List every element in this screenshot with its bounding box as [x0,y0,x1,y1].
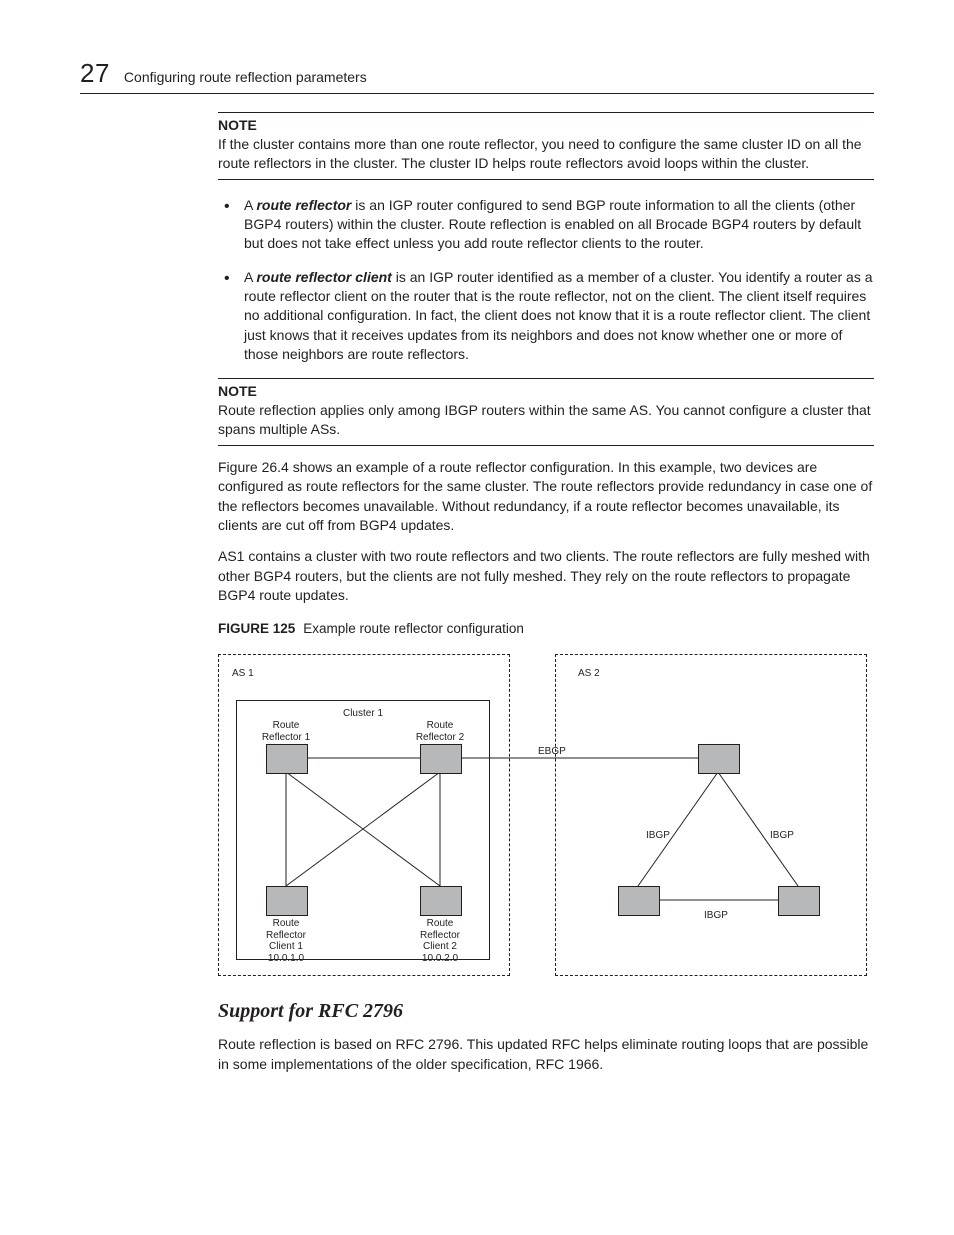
bullet-item: A route reflector is an IGP router confi… [218,196,874,254]
bullet-list: A route reflector is an IGP router confi… [218,196,874,365]
note-label: NOTE [218,383,874,399]
figure-caption: FIGURE 125 Example route reflector config… [218,621,874,636]
chapter-number: 27 [80,58,110,89]
label-ibgp-r: IBGP [770,830,794,842]
term-route-reflector: route reflector [256,197,351,213]
label-as2: AS 2 [578,668,600,680]
diagram-lines [218,654,865,974]
figure-title: Example route reflector configuration [303,621,524,636]
paragraph: Route reflection is based on RFC 2796. T… [218,1035,874,1074]
note-label: NOTE [218,117,874,133]
body-column: NOTE If the cluster contains more than o… [218,112,874,364]
chapter-title: Configuring route reflection parameters [124,69,367,85]
node-rr1 [266,744,308,774]
bullet-pre: A [244,269,256,285]
bullet-pre: A [244,197,256,213]
note-body: Route reflection applies only among IBGP… [218,401,874,439]
note-body: If the cluster contains more than one ro… [218,135,874,173]
header-rule [80,93,874,94]
figure-diagram: AS 1 AS 2 Cluster 1 Route Reflector 1 Ro… [218,654,865,974]
note-rule-bottom [218,445,874,446]
page-header: 27 Configuring route reflection paramete… [80,58,874,89]
node-rrc1 [266,886,308,916]
paragraph: AS1 contains a cluster with two route re… [218,547,874,605]
note-rule-top [218,112,874,113]
node-as2-bl [618,886,660,916]
label-cluster: Cluster 1 [328,708,398,720]
label-ebgp: EBGP [538,746,566,758]
paragraph: Figure 26.4 shows an example of a route … [218,458,874,535]
node-as2-top [698,744,740,774]
label-rr2: Route Reflector 2 [412,720,468,743]
term-route-reflector-client: route reflector client [256,269,391,285]
label-rr1: Route Reflector 1 [258,720,314,743]
note-rule-top [218,378,874,379]
label-ibgp-b: IBGP [704,910,728,922]
label-as1: AS 1 [232,668,254,680]
node-rrc2 [420,886,462,916]
bullet-item: A route reflector client is an IGP route… [218,268,874,365]
label-rrc1: Route Reflector Client 1 10.0.1.0 [258,918,314,964]
node-rr2 [420,744,462,774]
note-rule-bottom [218,179,874,180]
figure-number: FIGURE 125 [218,621,295,636]
node-as2-br [778,886,820,916]
heading-rfc2796: Support for RFC 2796 [218,1000,874,1023]
label-ibgp-l: IBGP [646,830,670,842]
label-rrc2: Route Reflector Client 2 10.0.2.0 [412,918,468,964]
